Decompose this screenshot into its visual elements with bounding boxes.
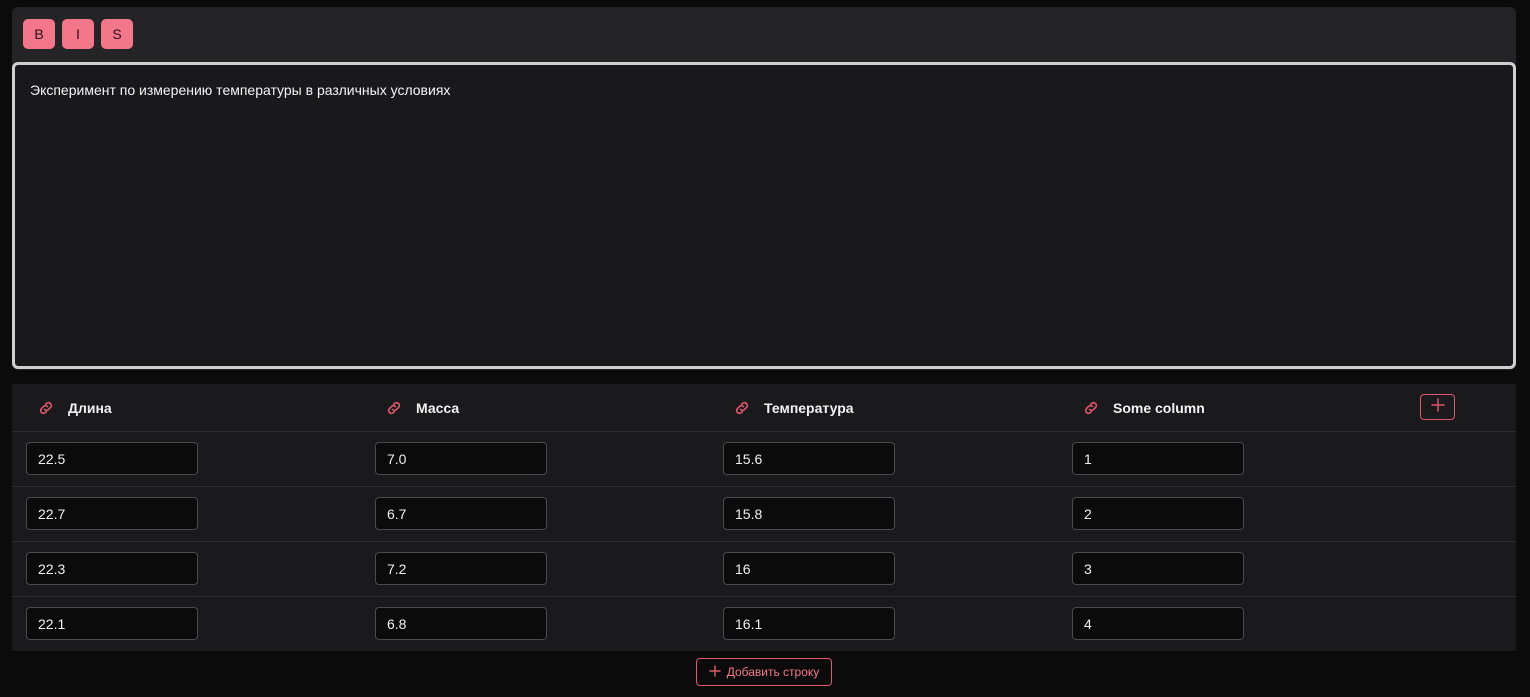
cell-input[interactable]: 15.8 bbox=[723, 497, 895, 530]
cell-input[interactable]: 16 bbox=[723, 552, 895, 585]
link-icon[interactable] bbox=[732, 398, 752, 418]
column-header-length[interactable]: Длина bbox=[36, 384, 112, 432]
cell-input[interactable]: 16.1 bbox=[723, 607, 895, 640]
cell-input[interactable]: 15.6 bbox=[723, 442, 895, 475]
column-header-temperature[interactable]: Температура bbox=[732, 384, 854, 432]
format-toolbar: B I S bbox=[23, 19, 133, 49]
add-column-button[interactable] bbox=[1420, 394, 1455, 420]
cell-input[interactable]: 22.1 bbox=[26, 607, 198, 640]
editor-text-area[interactable]: Эксперимент по измерению температуры в р… bbox=[12, 62, 1516, 369]
cell-input[interactable]: 6.8 bbox=[375, 607, 547, 640]
plus-icon bbox=[708, 664, 721, 680]
column-header-label: Some column bbox=[1113, 400, 1205, 416]
cell-input[interactable]: 7.2 bbox=[375, 552, 547, 585]
editor-text: Эксперимент по измерению температуры в р… bbox=[30, 82, 451, 98]
cell-input[interactable]: 22.7 bbox=[26, 497, 198, 530]
cell-input[interactable]: 4 bbox=[1072, 607, 1244, 640]
column-header-mass[interactable]: Масса bbox=[384, 384, 459, 432]
cell-input[interactable]: 3 bbox=[1072, 552, 1244, 585]
column-header-some-column[interactable]: Some column bbox=[1081, 384, 1205, 432]
cell-input[interactable]: 6.7 bbox=[375, 497, 547, 530]
column-header-label: Масса bbox=[416, 400, 460, 416]
table-header: Длина Масса Температура Some column bbox=[12, 384, 1516, 432]
strikethrough-button[interactable]: S bbox=[101, 19, 133, 49]
text-editor: B I S Эксперимент по измерению температу… bbox=[12, 7, 1516, 370]
add-row-button[interactable]: Добавить строку bbox=[696, 658, 832, 686]
plus-icon bbox=[1430, 397, 1445, 417]
table-row: 22.1 6.8 16.1 4 bbox=[12, 597, 1516, 651]
cell-input[interactable]: 22.5 bbox=[26, 442, 198, 475]
link-icon[interactable] bbox=[384, 398, 404, 418]
add-row-label: Добавить строку bbox=[726, 665, 820, 679]
cell-input[interactable]: 1 bbox=[1072, 442, 1244, 475]
link-icon[interactable] bbox=[1081, 398, 1101, 418]
cell-input[interactable]: 22.3 bbox=[26, 552, 198, 585]
data-table: Длина Масса Температура Some column 22.5… bbox=[12, 384, 1516, 651]
table-row: 22.3 7.2 16 3 bbox=[12, 542, 1516, 597]
cell-input[interactable]: 2 bbox=[1072, 497, 1244, 530]
table-row: 22.5 7.0 15.6 1 bbox=[12, 432, 1516, 487]
link-icon[interactable] bbox=[36, 398, 56, 418]
bold-button[interactable]: B bbox=[23, 19, 55, 49]
column-header-label: Температура bbox=[764, 400, 854, 416]
italic-button[interactable]: I bbox=[62, 19, 94, 49]
cell-input[interactable]: 7.0 bbox=[375, 442, 547, 475]
column-header-label: Длина bbox=[68, 400, 112, 416]
table-row: 22.7 6.7 15.8 2 bbox=[12, 487, 1516, 542]
